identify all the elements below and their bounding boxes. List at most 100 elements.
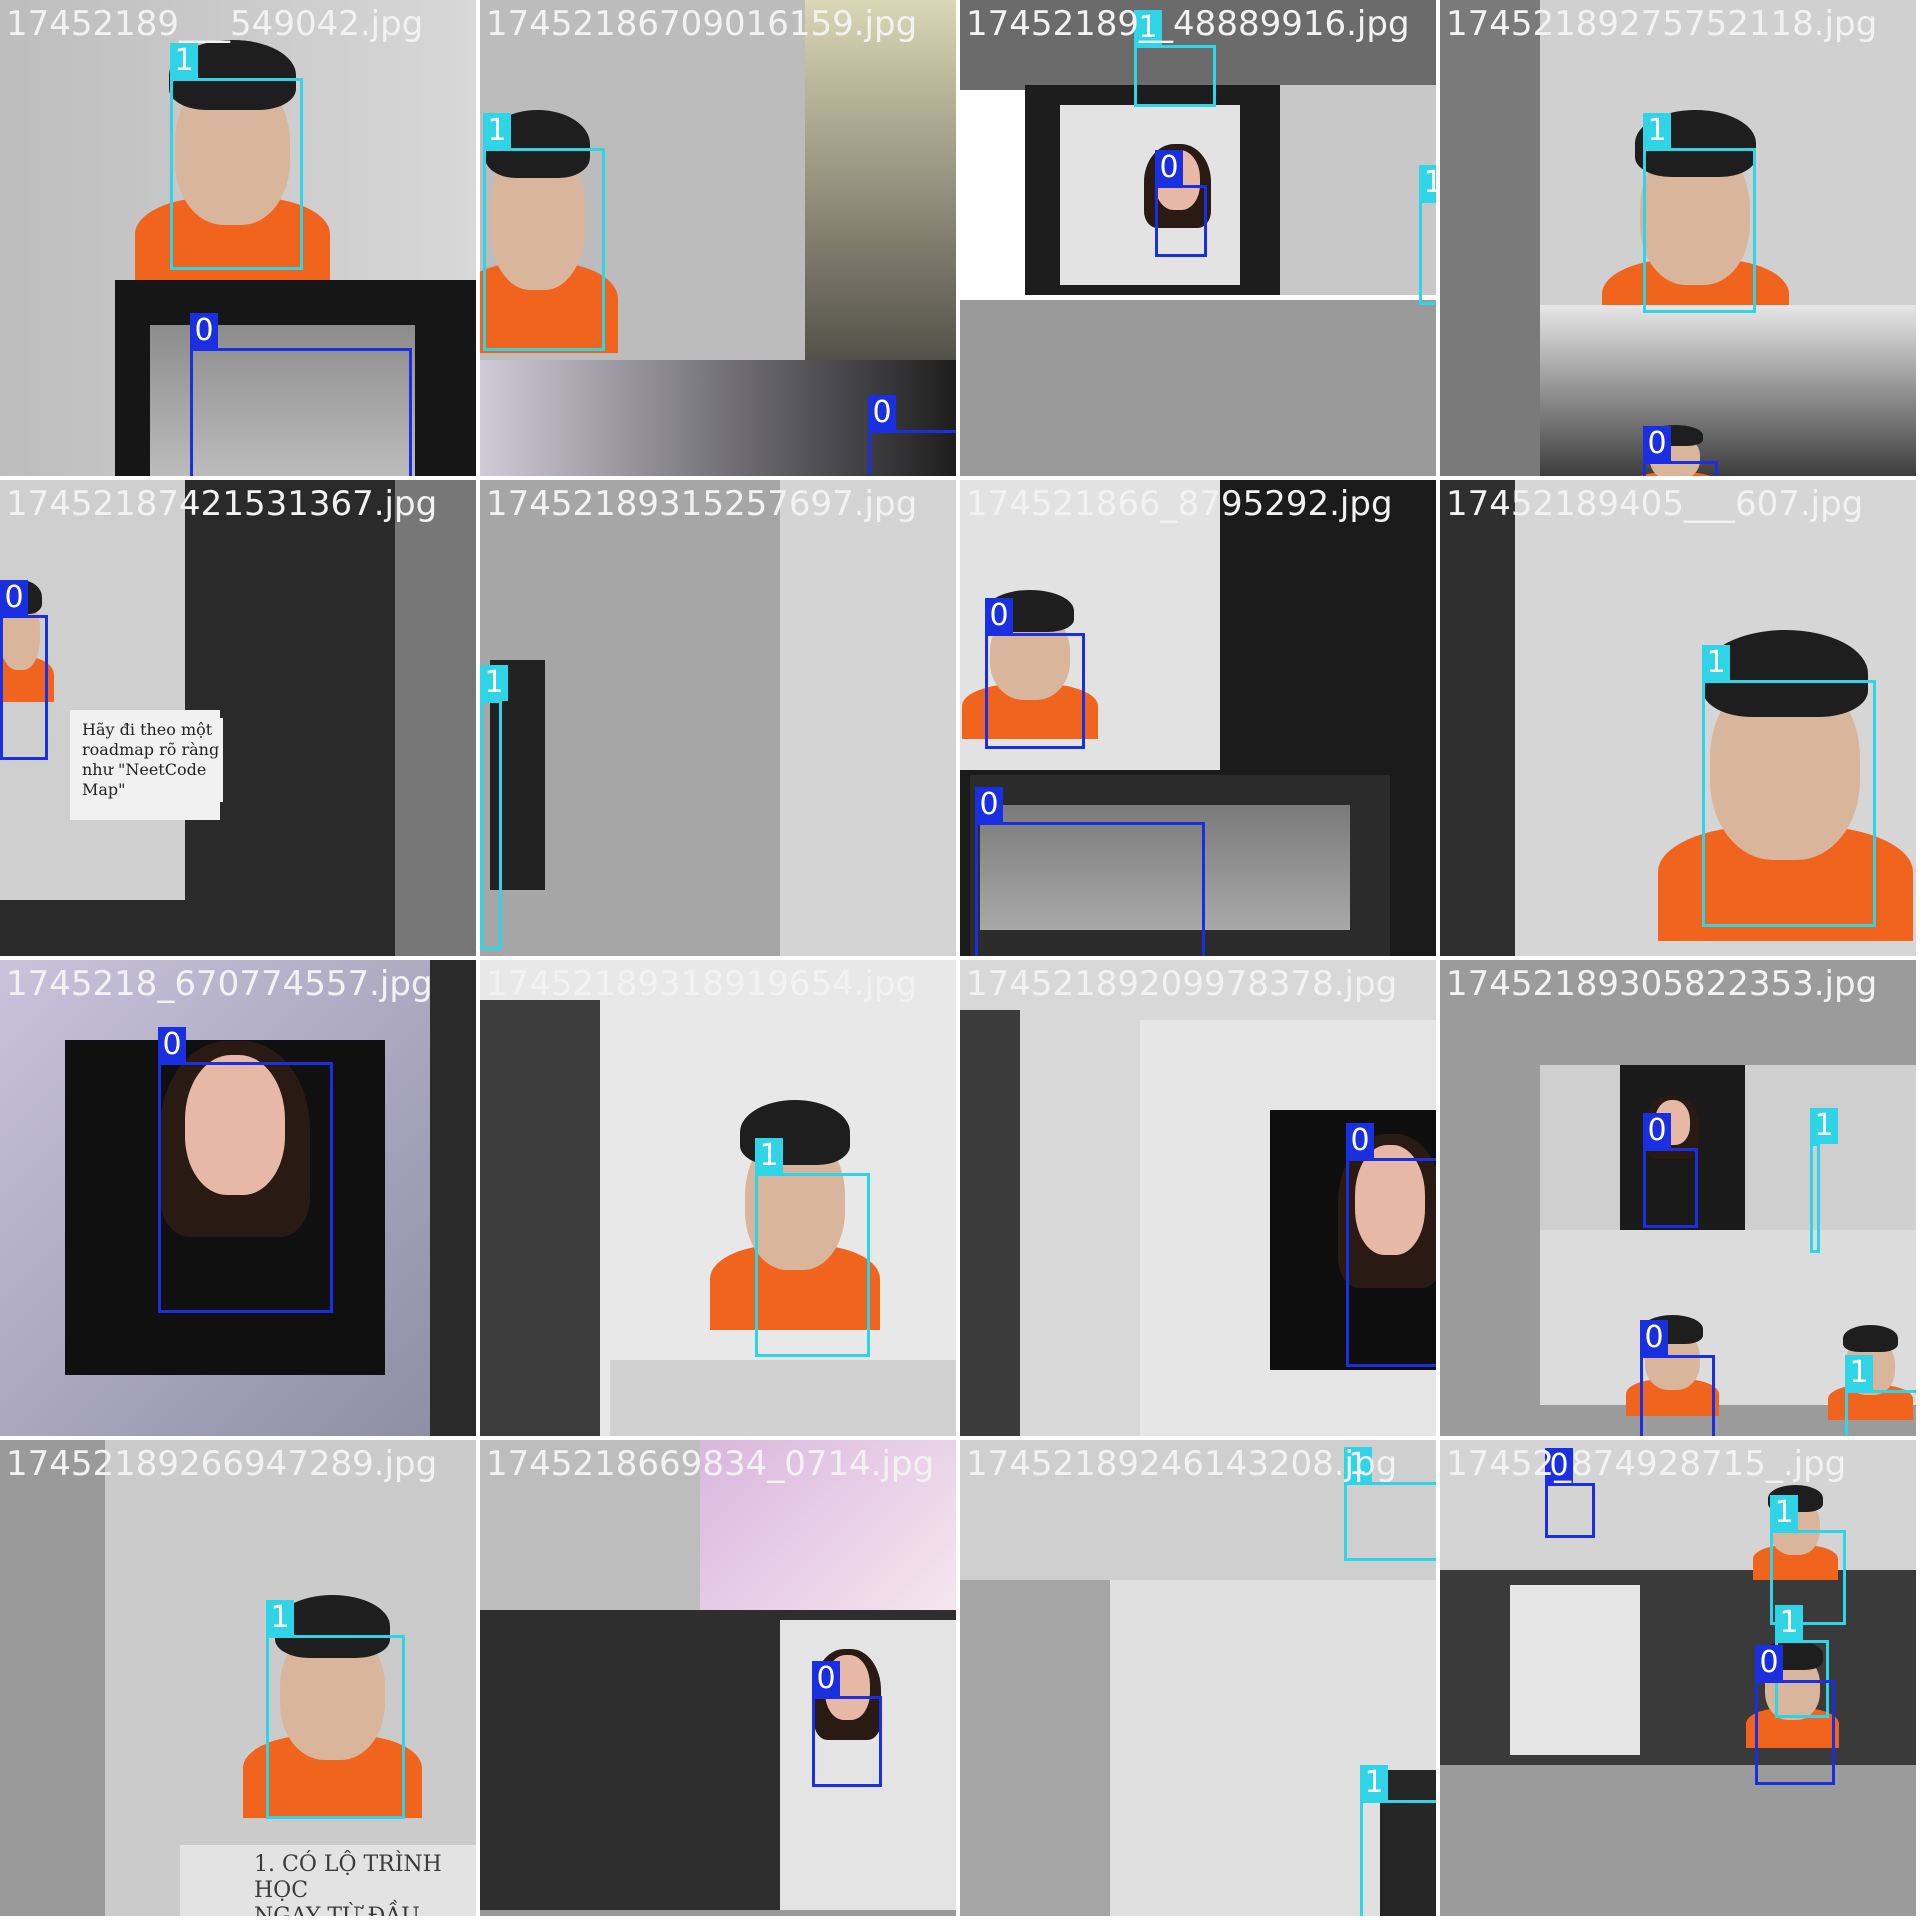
detection-class-label: 1 bbox=[755, 1138, 783, 1174]
detection-class-label: 0 bbox=[985, 598, 1013, 634]
detection-box-class-1: 1 bbox=[1134, 10, 1216, 107]
detection-class-label: 0 bbox=[868, 395, 896, 431]
detection-class-label: 0 bbox=[1643, 426, 1671, 462]
detection-class-label: 0 bbox=[1346, 1123, 1374, 1159]
detection-class-label: 1 bbox=[1775, 1605, 1803, 1641]
detection-class-label: 0 bbox=[1640, 1320, 1668, 1356]
mosaic-tile: 0 1 1 0 17452_874928715_.jpg bbox=[1440, 1440, 1920, 1920]
top-row bbox=[1440, 1440, 1916, 1570]
gray bbox=[960, 300, 1436, 476]
detection-box-class-1: 1 bbox=[1360, 1765, 1436, 1916]
bottom-gray bbox=[480, 1910, 956, 1916]
screen-text-line: roadmap rõ ràng bbox=[82, 740, 220, 759]
mosaic-tile: 0 0 174521866_8795292.jpg bbox=[960, 480, 1440, 960]
mosaic-tile: 0 17452187421531367.jpg Hãy đi theo một roa… bbox=[0, 480, 480, 960]
screen-text-line: Hãy đi theo một bbox=[82, 720, 213, 739]
detection-class-label: 0 bbox=[1755, 1645, 1783, 1681]
tile-photo bbox=[480, 480, 956, 956]
phone-screen bbox=[1510, 1585, 1640, 1755]
detection-box-class-0: 0 bbox=[1643, 1113, 1698, 1228]
screen-text-line: như "NeetCode bbox=[82, 760, 207, 779]
detection-box-class-0: 0 bbox=[868, 395, 956, 476]
detection-class-label: 0 bbox=[1155, 150, 1183, 186]
left-dark bbox=[0, 1440, 105, 1916]
mosaic-tile: 0 1745218_670774557.jpg bbox=[0, 960, 480, 1440]
detection-class-label: 0 bbox=[812, 1661, 840, 1697]
tile-photo bbox=[1440, 1440, 1916, 1916]
detection-box-class-1: 1 bbox=[483, 113, 605, 351]
detection-box-class-1: 1 bbox=[1344, 1447, 1436, 1561]
detection-box-class-0: 0 bbox=[985, 598, 1085, 749]
screen-text: Hãy đi theo một roadmap rõ ràng như "NeetC… bbox=[78, 718, 224, 802]
mosaic-tile: 1 17452189266947289.jpg 1. CÓ LỘ TRÌNH HỌC… bbox=[0, 1440, 480, 1920]
detection-box-class-1: 1 bbox=[1643, 113, 1756, 313]
detection-box-class-1: 1 bbox=[266, 1600, 405, 1819]
mosaic-grid: 1 0 17452189___549042.jpg 1 0 174521867090161… bbox=[0, 0, 1920, 1920]
mosaic-tile: 0 1745218669834_0714.jpg bbox=[480, 1440, 960, 1920]
mosaic-tile: 1 17452189405___607.jpg bbox=[1440, 480, 1920, 960]
right-area bbox=[1280, 85, 1436, 295]
detection-class-label: 1 bbox=[1134, 10, 1162, 46]
tile-photo bbox=[480, 1440, 956, 1916]
screen-text: 1. CÓ LỘ TRÌNH HỌC NGAY TỪ ĐẦU bbox=[250, 1850, 476, 1920]
detection-box-class-1: 1 bbox=[1702, 645, 1876, 927]
screen-text-line: Map" bbox=[82, 780, 126, 799]
screen-text-line: NGAY TỪ ĐẦU bbox=[254, 1904, 420, 1920]
bottom-panel bbox=[610, 1360, 956, 1436]
detection-class-label: 1 bbox=[1419, 165, 1436, 201]
detection-class-label: 0 bbox=[1545, 1448, 1573, 1484]
screen-text-line: 1. CÓ LỘ TRÌNH HỌC bbox=[254, 1852, 442, 1903]
mosaic-tile: 1 1 17452189246143208.jpg bbox=[960, 1440, 1440, 1920]
detection-class-label: 0 bbox=[1643, 1113, 1671, 1149]
detection-class-label: 1 bbox=[170, 43, 198, 79]
detection-box-class-0: 0 bbox=[1755, 1645, 1835, 1785]
bottom-inset bbox=[1540, 305, 1916, 476]
detection-class-label: 1 bbox=[1360, 1765, 1388, 1801]
detection-box-class-0: 0 bbox=[1155, 150, 1207, 257]
detection-box-class-0: 0 bbox=[1643, 426, 1718, 476]
top-pink bbox=[700, 1440, 956, 1610]
detection-box-class-0: 0 bbox=[1640, 1320, 1715, 1436]
mosaic-tile: 1 17452189318919654.jpg bbox=[480, 960, 960, 1440]
detection-class-label: 1 bbox=[1810, 1108, 1838, 1144]
mosaic-tile: 1 0 17452186709016159.jpg bbox=[480, 0, 960, 480]
detection-box-class-1: 1 bbox=[480, 665, 508, 950]
detection-class-label: 1 bbox=[1845, 1355, 1873, 1391]
person-hair bbox=[1842, 1325, 1898, 1352]
detection-box-class-1: 1 bbox=[1419, 165, 1436, 305]
detection-class-label: 0 bbox=[158, 1027, 186, 1063]
detection-box-class-0: 0 bbox=[190, 313, 412, 476]
left-dark bbox=[1440, 480, 1515, 956]
detection-class-label: 1 bbox=[266, 1600, 294, 1636]
mosaic-tile: 1 17452189315257697.jpg bbox=[480, 480, 960, 960]
detection-box-class-0: 0 bbox=[812, 1661, 882, 1787]
mosaic-tile: 0 17452189209978378.jpg bbox=[960, 960, 1440, 1440]
mosaic-tile: 1 0 17452189___549042.jpg bbox=[0, 0, 480, 480]
detection-class-label: 1 bbox=[1344, 1447, 1372, 1483]
right-panel bbox=[430, 960, 476, 1436]
detection-box-class-1: 1 bbox=[1810, 1108, 1838, 1253]
detection-box-class-0: 0 bbox=[1545, 1448, 1595, 1538]
detection-class-label: 1 bbox=[1702, 645, 1730, 681]
tile-photo bbox=[0, 480, 476, 956]
detection-box-class-1: 1 bbox=[1845, 1355, 1916, 1436]
detection-class-label: 1 bbox=[1770, 1495, 1798, 1531]
detection-class-label: 0 bbox=[0, 580, 28, 616]
right-wall bbox=[780, 480, 956, 956]
mosaic-tile: 1 0 17452189275752118.jpg bbox=[1440, 0, 1920, 480]
detection-box-class-0: 0 bbox=[975, 787, 1205, 956]
left-dark bbox=[1440, 0, 1540, 476]
detection-box-class-1: 1 bbox=[755, 1138, 870, 1357]
detection-class-label: 0 bbox=[975, 787, 1003, 823]
top-left bbox=[480, 1440, 700, 1610]
detection-class-label: 1 bbox=[1643, 113, 1671, 149]
mosaic-tile: 0 1 0 1 17452189305822353.jpg bbox=[1440, 960, 1920, 1440]
detection-box-class-0: 0 bbox=[1346, 1123, 1436, 1367]
detection-box-class-0: 0 bbox=[0, 580, 48, 760]
left-panel bbox=[480, 1000, 600, 1436]
mosaic-tile: 10117452189__48889916.jpg bbox=[960, 0, 1440, 480]
detection-class-label: 1 bbox=[483, 113, 511, 149]
left-wall bbox=[960, 1580, 1110, 1916]
detection-class-label: 0 bbox=[190, 313, 218, 349]
left-dark bbox=[960, 1010, 1020, 1436]
